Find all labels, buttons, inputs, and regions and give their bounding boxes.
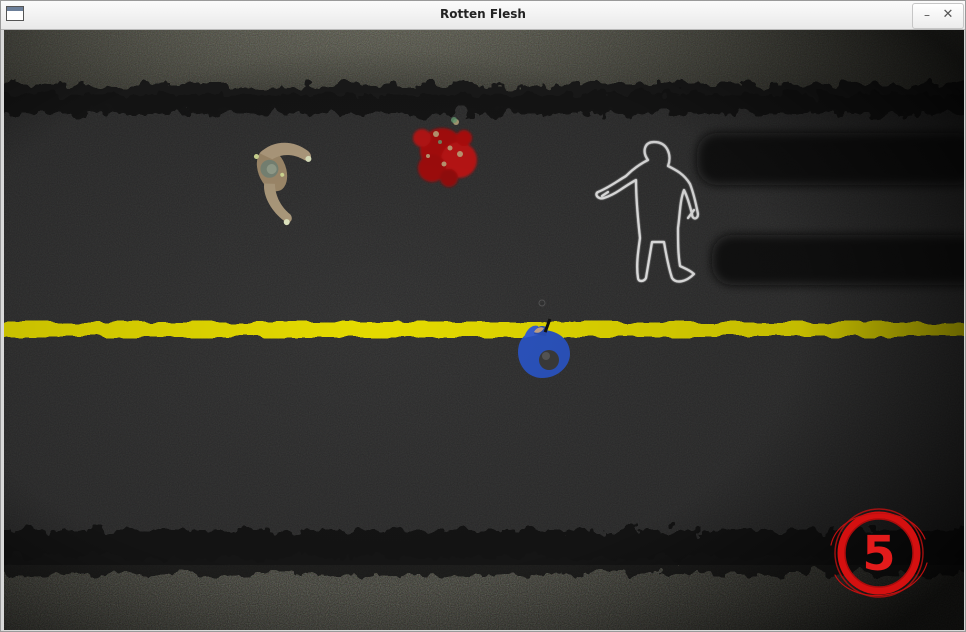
close-button[interactable]: ✕: [939, 7, 957, 23]
game-window: Rotten Flesh – ✕ 5: [0, 0, 966, 632]
level-number: 5: [862, 526, 895, 582]
window-title: Rotten Flesh: [440, 7, 526, 21]
game-canvas[interactable]: 5: [4, 30, 964, 630]
title-bar[interactable]: Rotten Flesh – ✕: [1, 1, 965, 30]
game-scene: 5: [4, 30, 964, 630]
minimize-button[interactable]: –: [918, 7, 936, 23]
window-controls: – ✕: [912, 3, 964, 29]
vignette: [4, 30, 964, 630]
